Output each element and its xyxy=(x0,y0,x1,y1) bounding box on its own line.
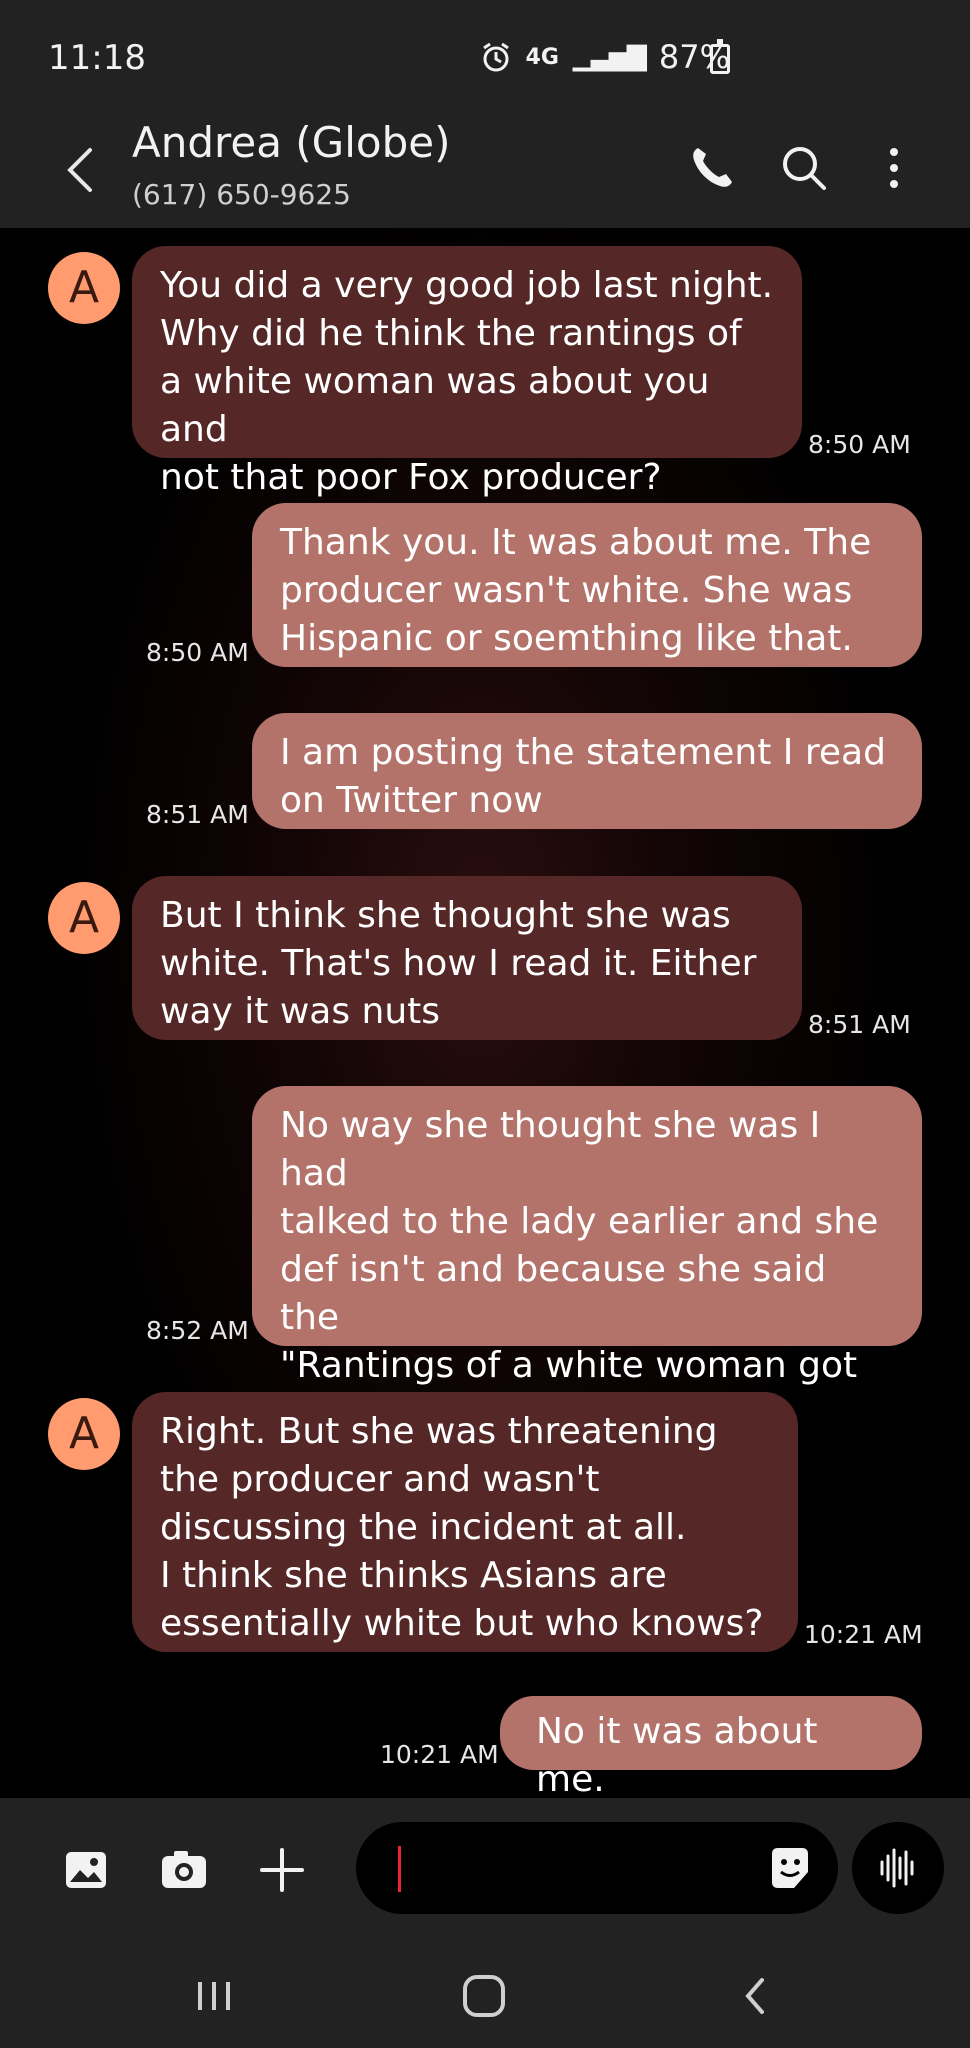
back-icon xyxy=(67,148,92,192)
message-input[interactable] xyxy=(356,1822,838,1914)
gallery-button[interactable] xyxy=(58,1842,114,1898)
contact-avatar[interactable]: A xyxy=(48,252,120,324)
search-button[interactable] xyxy=(772,136,836,200)
message-bubble-outgoing[interactable]: Thank you. It was about me. The producer… xyxy=(252,503,922,667)
message-bubble-outgoing[interactable]: No way she thought she was I had talked … xyxy=(252,1086,922,1434)
voice-icon xyxy=(880,1848,914,1888)
home-icon xyxy=(463,1975,505,2017)
message-bubble-incoming[interactable]: But I think she thought she was white. T… xyxy=(132,876,802,1040)
nav-back-icon xyxy=(745,1978,764,2014)
message-bubble-incoming[interactable]: You did a very good job last night. Why … xyxy=(132,246,802,498)
contact-avatar[interactable]: A xyxy=(48,882,120,954)
contact-name[interactable]: Andrea (Globe) xyxy=(132,118,450,167)
message-time: 8:52 AM xyxy=(146,1316,249,1345)
message-time: 8:50 AM xyxy=(146,638,249,667)
gallery-icon xyxy=(66,1852,106,1888)
camera-button[interactable] xyxy=(156,1842,212,1898)
back-button[interactable] xyxy=(52,140,112,200)
message-bubble-outgoing[interactable]: I am posting the statement I read on Twi… xyxy=(252,713,922,829)
message-time: 10:21 AM xyxy=(804,1620,923,1649)
attach-button[interactable] xyxy=(254,1842,310,1898)
home-button[interactable] xyxy=(454,1966,514,2026)
composer-bar xyxy=(0,1798,970,1938)
text-cursor xyxy=(398,1846,401,1892)
system-nav-bar xyxy=(0,1938,970,2048)
network-type: 4G xyxy=(525,44,559,70)
status-bar: 11:18 4G ▁▃▅▇ 87% xyxy=(0,0,970,112)
voice-record-button[interactable] xyxy=(852,1822,944,1914)
phone-icon xyxy=(693,148,732,187)
sticker-button[interactable] xyxy=(764,1842,816,1894)
message-bubble-outgoing[interactable]: No it was about me. xyxy=(500,1696,922,1800)
recents-button[interactable] xyxy=(184,1966,244,2026)
battery-icon xyxy=(710,39,730,74)
search-icon xyxy=(783,147,826,190)
contact-avatar[interactable]: A xyxy=(48,1398,120,1470)
conversation-header: Andrea (Globe) (617) 650-9625 xyxy=(0,112,970,228)
message-time: 8:51 AM xyxy=(146,800,249,829)
status-icons: 4G ▁▃▅▇ 87% xyxy=(480,38,730,76)
more-options-button[interactable] xyxy=(862,136,926,200)
contact-number: (617) 650-9625 xyxy=(132,178,351,211)
status-time: 11:18 xyxy=(48,38,146,78)
more-icon xyxy=(890,148,898,188)
sticker-icon xyxy=(772,1848,808,1888)
signal-icon: ▁▃▅▇ xyxy=(572,42,647,72)
plus-icon xyxy=(260,1848,304,1892)
recents-icon xyxy=(198,1982,230,2010)
call-button[interactable] xyxy=(680,136,744,200)
alarm-icon xyxy=(482,42,509,72)
nav-back-button[interactable] xyxy=(726,1966,786,2026)
message-list[interactable]: A You did a very good job last night. Wh… xyxy=(0,228,970,1800)
message-bubble-incoming[interactable]: Right. But she was threatening the produ… xyxy=(132,1392,798,1652)
message-time: 8:50 AM xyxy=(808,430,911,459)
camera-icon xyxy=(162,1851,206,1888)
message-time: 8:51 AM xyxy=(808,1010,911,1039)
message-time: 10:21 AM xyxy=(380,1740,499,1769)
